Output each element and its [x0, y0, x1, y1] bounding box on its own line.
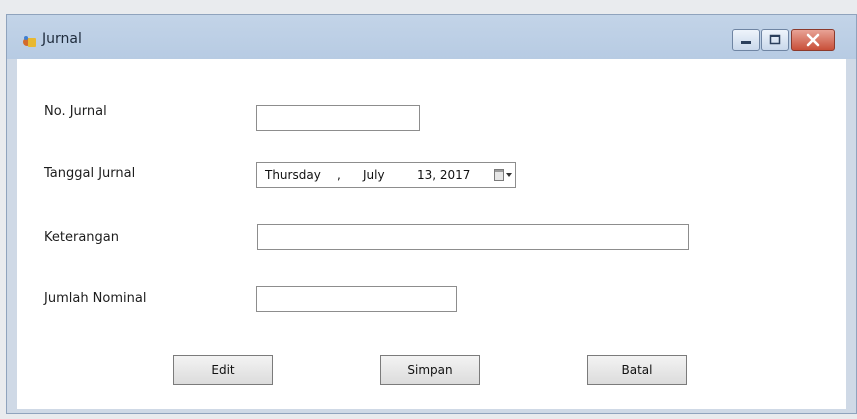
jumlah-nominal-input[interactable]	[256, 286, 457, 312]
maximize-icon	[769, 34, 781, 45]
calendar-dropdown-icon[interactable]	[493, 167, 513, 183]
close-button[interactable]	[791, 29, 835, 51]
datepicker-date-year: 13, 2017	[417, 168, 471, 182]
datepicker-separator: ,	[337, 168, 341, 182]
keterangan-input[interactable]	[257, 224, 689, 250]
window-title: Jurnal	[42, 31, 82, 47]
minimize-icon	[741, 41, 751, 44]
datepicker-month: July	[363, 168, 385, 182]
keterangan-label: Keterangan	[44, 230, 119, 245]
datepicker-day: Thursday	[265, 168, 321, 182]
maximize-button[interactable]	[761, 29, 789, 51]
edit-button[interactable]: Edit	[173, 355, 273, 385]
close-icon	[806, 33, 820, 47]
form-area: No. Jurnal Tanggal Jurnal Thursday , Jul…	[17, 59, 846, 409]
batal-button[interactable]: Batal	[587, 355, 687, 385]
jurnal-window: Jurnal No. Jurnal Tanggal Jurnal Thursda…	[6, 14, 857, 414]
no-jurnal-label: No. Jurnal	[44, 104, 107, 119]
simpan-button[interactable]: Simpan	[380, 355, 480, 385]
tanggal-jurnal-label: Tanggal Jurnal	[44, 166, 136, 181]
minimize-button[interactable]	[732, 29, 760, 51]
app-icon	[23, 36, 36, 47]
jumlah-nominal-label: Jumlah Nominal	[44, 291, 147, 306]
no-jurnal-input[interactable]	[256, 105, 420, 131]
title-bar[interactable]: Jurnal	[7, 15, 856, 59]
tanggal-jurnal-datepicker[interactable]: Thursday , July 13, 2017	[256, 162, 516, 188]
